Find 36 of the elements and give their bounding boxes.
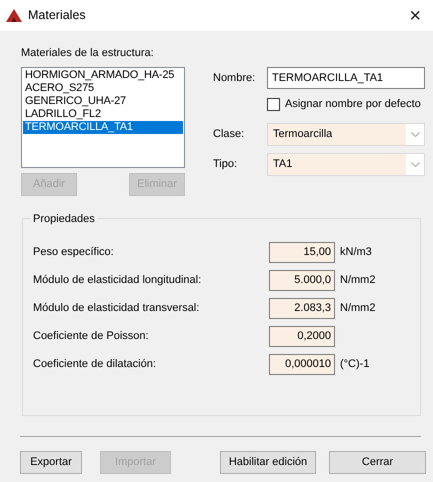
name-field[interactable]: TERMOARCILLA_TA1 bbox=[267, 67, 425, 89]
property-label: Coeficiente de dilatación: bbox=[33, 357, 157, 372]
app-logo-icon bbox=[6, 8, 22, 22]
list-item[interactable]: ACERO_S275 bbox=[23, 82, 183, 94]
value-field[interactable]: 0,000010 bbox=[269, 354, 335, 375]
list-item[interactable]: GENERICO_UHA-27 bbox=[23, 94, 183, 108]
unit-label: N/mm2 bbox=[340, 301, 376, 316]
unit-label: N/mm2 bbox=[340, 273, 376, 288]
enable-edit-button[interactable]: Habilitar edición bbox=[220, 450, 316, 474]
type-dropdown[interactable]: TA1 bbox=[267, 152, 425, 176]
value-field[interactable]: 15,00 bbox=[269, 242, 335, 263]
window-title: Materiales bbox=[28, 7, 87, 24]
type-label: Tipo: bbox=[213, 156, 238, 172]
unit-label: (°C)-1 bbox=[340, 357, 370, 372]
chevron-down-icon bbox=[410, 162, 420, 166]
export-button[interactable]: Exportar bbox=[20, 450, 82, 474]
property-label: Módulo de elasticidad longitudinal: bbox=[33, 273, 202, 288]
list-item[interactable]: HORMIGON_ARMADO_HA-25 bbox=[23, 68, 183, 82]
checkbox-label: Asignar nombre por defecto bbox=[285, 97, 421, 112]
value-field[interactable]: 0,2000 bbox=[269, 326, 335, 347]
materials-label: Materiales de la estructura: bbox=[21, 47, 154, 59]
unit-label: kN/m3 bbox=[340, 245, 372, 260]
list-item[interactable]: TERMOARCILLA_TA1 bbox=[23, 120, 183, 134]
close-button[interactable]: × bbox=[405, 6, 425, 26]
value-field[interactable]: 2.083,3 bbox=[269, 298, 335, 319]
list-item[interactable]: LADRILLO_FL2 bbox=[23, 108, 183, 120]
class-label: Clase: bbox=[213, 126, 246, 142]
value-field[interactable]: 5.000,0 bbox=[269, 270, 335, 291]
class-dropdown[interactable]: Termoarcilla bbox=[267, 122, 425, 146]
property-label: Peso específico: bbox=[33, 245, 115, 260]
chevron-down-icon bbox=[410, 132, 420, 136]
property-label: Coeficiente de Poisson: bbox=[33, 329, 150, 344]
name-label: Nombre: bbox=[213, 70, 256, 86]
close-dialog-button[interactable]: Cerrar bbox=[329, 450, 426, 474]
property-label: Módulo de elasticidad transversal: bbox=[33, 301, 200, 316]
checkbox[interactable] bbox=[267, 98, 280, 111]
